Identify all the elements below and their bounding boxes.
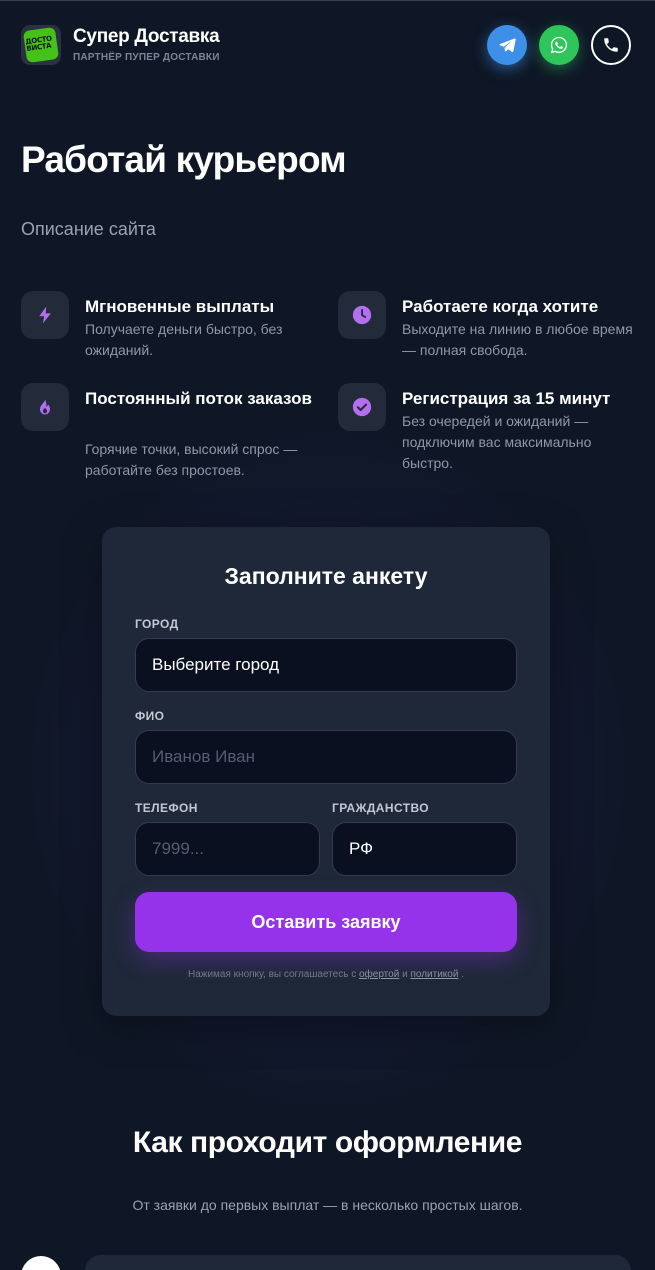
citizenship-label: ГРАЖДАНСТВО — [332, 801, 429, 815]
city-label: ГОРОД — [135, 617, 179, 631]
consent-text: Нажимая кнопку, вы соглашаетесь с оферто… — [102, 969, 550, 980]
name-label: ФИО — [135, 709, 165, 723]
city-select[interactable]: Выберите город — [135, 638, 517, 692]
feature-description: Горячие точки, высокий спрос — работайте… — [85, 441, 298, 478]
feature-title: Постоянный поток заказов — [85, 389, 312, 408]
brand-title[interactable]: Супер Доставка — [73, 26, 220, 48]
feature-icon-box — [338, 291, 386, 339]
phone-button[interactable] — [591, 25, 631, 65]
fire-icon — [40, 398, 50, 415]
clock-icon — [352, 305, 372, 325]
consent-suffix: . — [461, 969, 464, 980]
step-number-circle — [21, 1256, 61, 1270]
submit-button[interactable]: Оставить заявку — [135, 892, 517, 952]
step-card — [85, 1255, 631, 1270]
whatsapp-button[interactable] — [539, 25, 579, 65]
check-circle-icon — [352, 397, 372, 417]
telegram-icon — [499, 38, 516, 53]
feature-title: Мгновенные выплаты — [85, 297, 275, 316]
feature-icon-box — [338, 383, 386, 431]
feature-description: Без очередей и ожиданий — подключим вас … — [402, 413, 592, 471]
form-title: Заполните анкету — [224, 563, 428, 589]
phone-input[interactable]: 7999... — [135, 822, 320, 876]
whatsapp-icon — [550, 36, 568, 54]
feature-icon-box — [21, 383, 69, 431]
phone-label: ТЕЛЕФОН — [135, 801, 198, 815]
logo-badge: ДОСТО ВИСТА — [22, 26, 60, 64]
steps-title: Как проходит оформление — [132, 1126, 523, 1159]
brand-subtitle: ПАРТНЁР ПУПЕР ДОСТАВКИ — [73, 52, 220, 63]
phone-icon — [604, 38, 618, 52]
feature-icon-box — [21, 291, 69, 339]
feature-title: Регистрация за 15 минут — [402, 389, 611, 408]
telegram-button[interactable] — [487, 25, 527, 65]
name-input[interactable]: Иванов Иван — [135, 730, 517, 784]
feature-description: Получаете деньги быстро, без ожиданий. — [85, 321, 283, 358]
consent-and: и — [402, 969, 408, 980]
steps-description: От заявки до первых выплат — в несколько… — [132, 1197, 523, 1213]
brand-logo[interactable]: ДОСТО ВИСТА — [21, 25, 61, 65]
application-form-card: Заполните анкету ГОРОД Выберите город ФИ… — [102, 527, 550, 1016]
policy-link[interactable]: политикой — [410, 969, 458, 980]
hero-description: Описание сайта — [21, 219, 156, 239]
logo-text: ДОСТО ВИСТА — [24, 34, 53, 54]
hero-title: Работай курьером — [21, 139, 347, 180]
offer-link[interactable]: офертой — [359, 969, 399, 980]
site-header: ДОСТО ВИСТА Супер Доставка ПАРТНЁР ПУПЕР… — [21, 25, 633, 67]
feature-description: Выходите на линию в любое время — полная… — [402, 321, 633, 358]
lightning-icon — [39, 306, 51, 324]
feature-title: Работаете когда хотите — [402, 297, 599, 316]
top-border — [0, 0, 655, 1]
citizenship-select[interactable]: РФ — [332, 822, 517, 876]
consent-prefix: Нажимая кнопку, вы соглашаетесь с — [187, 969, 357, 980]
